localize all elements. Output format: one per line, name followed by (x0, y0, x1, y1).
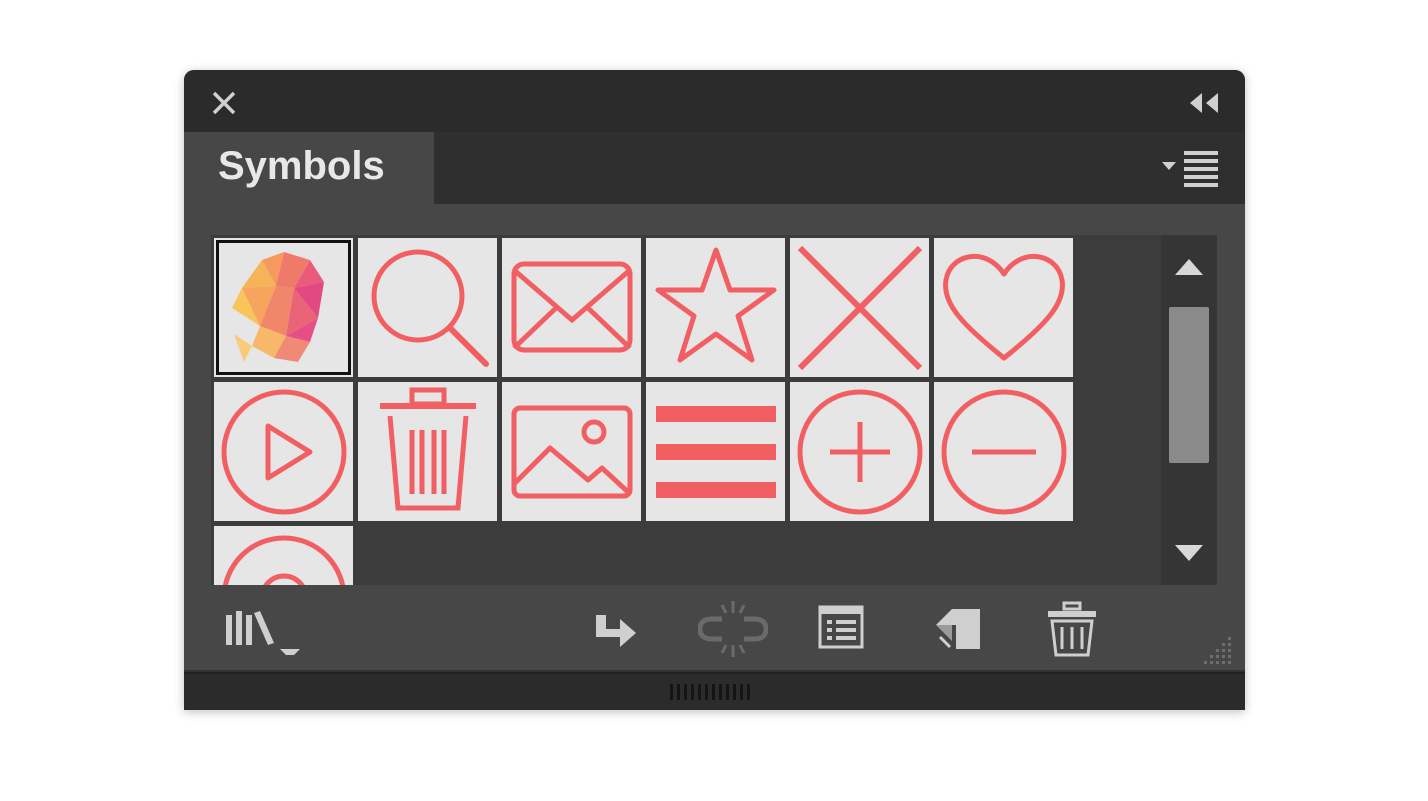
heart-symbol-icon (943, 254, 1065, 361)
star-symbol-icon (655, 247, 777, 363)
add-symbol-icon (797, 389, 923, 515)
symbol-libraries-menu-icon[interactable] (224, 611, 306, 655)
symbol-swatch[interactable] (358, 382, 497, 521)
symbol-swatch[interactable] (358, 238, 497, 377)
dock-grip-icon[interactable] (668, 682, 758, 702)
scroll-down-arrow-icon[interactable] (1173, 543, 1205, 563)
symbol-swatch[interactable] (646, 382, 785, 521)
symbol-swatch[interactable] (502, 382, 641, 521)
symbol-swatch[interactable] (934, 238, 1073, 377)
break-link-to-symbol-icon[interactable] (698, 599, 768, 659)
panel-menu-icon[interactable] (1160, 148, 1226, 188)
symbols-grid (211, 235, 1161, 585)
tab-symbols-label: Symbols (218, 144, 385, 188)
image-symbol-icon (511, 405, 633, 499)
tab-symbols[interactable]: Symbols (184, 132, 434, 210)
mail-symbol-icon (511, 261, 633, 353)
panel-title-bar[interactable] (184, 70, 1245, 132)
target-symbol-icon (222, 535, 346, 585)
symbol-swatch[interactable] (790, 238, 929, 377)
symbol-swatch[interactable] (214, 526, 353, 585)
symbol-swatch[interactable] (934, 382, 1073, 521)
symbol-swatch[interactable] (502, 238, 641, 377)
symbol-swatch[interactable] (646, 238, 785, 377)
close-symbol-icon (797, 245, 923, 371)
symbol-swatch[interactable] (214, 238, 353, 377)
fox-logo-symbol-icon (232, 252, 324, 362)
scrollbar-thumb[interactable] (1169, 307, 1209, 463)
symbols-panel: Symbols (184, 70, 1245, 710)
place-symbol-instance-icon[interactable] (594, 613, 640, 647)
menu-symbol-icon (656, 406, 776, 498)
remove-symbol-icon (941, 389, 1067, 515)
collapse-double-arrow-icon[interactable] (1187, 92, 1221, 114)
symbol-swatch[interactable] (790, 382, 929, 521)
delete-symbol-icon[interactable] (1046, 601, 1098, 657)
symbol-swatch[interactable] (214, 382, 353, 521)
resize-grip-icon[interactable] (1192, 633, 1234, 669)
symbol-options-icon[interactable] (818, 605, 864, 649)
trash-symbol-icon (380, 387, 476, 511)
close-icon[interactable] (210, 90, 238, 116)
panel-dock-bar[interactable] (184, 672, 1245, 710)
search-symbol-icon (371, 249, 489, 367)
play-symbol-icon (221, 389, 347, 515)
scroll-up-arrow-icon[interactable] (1173, 257, 1205, 277)
panel-toolbar (184, 587, 1245, 672)
vertical-scrollbar[interactable] (1161, 235, 1217, 585)
new-symbol-icon[interactable] (934, 607, 984, 653)
